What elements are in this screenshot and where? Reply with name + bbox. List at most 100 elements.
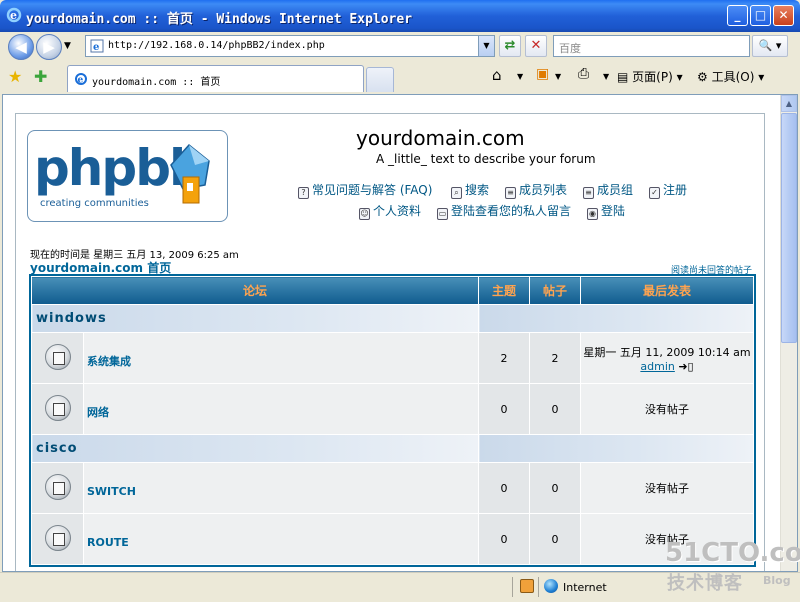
forum-topics: 0 [478, 462, 530, 514]
history-dropdown-icon[interactable]: ▼ [64, 41, 71, 51]
home-icon[interactable]: ⌂ [492, 66, 502, 84]
forum-page: phpbb creating communities yourdomain.co… [15, 113, 765, 571]
header-last-post: 最后发表 [580, 276, 754, 305]
category-name[interactable]: cisco [31, 434, 479, 463]
message-icon: ▭ [437, 208, 448, 220]
nav-faq[interactable]: ? 常见问题与解答 (FAQ) [298, 181, 432, 199]
forum-last-post: 没有帖子 [580, 462, 754, 514]
tools-menu-label: 工具(O) [711, 70, 755, 84]
nav-memberlist[interactable]: ≡ 成员列表 [505, 181, 567, 199]
forward-button[interactable]: ▶ [36, 34, 62, 60]
forum-name[interactable]: 系统集成 [83, 332, 479, 384]
refresh-button[interactable]: ⇄ [499, 35, 521, 57]
scroll-up-icon[interactable]: ▲ [781, 95, 797, 112]
forum-icon-cell [31, 383, 84, 435]
nav-groups[interactable]: ≡ 成员组 [583, 181, 633, 199]
page-icon: e [90, 39, 104, 53]
forum-posts: 0 [529, 383, 581, 435]
category-filler [478, 434, 754, 463]
category-row: cisco [31, 434, 754, 463]
search-button[interactable]: 🔍 ▾ [752, 35, 788, 57]
search-placeholder: 百度 [559, 42, 581, 55]
title-bar: e yourdomain.com :: 首页 - Windows Interne… [0, 0, 800, 32]
watermark-blog-cn: 技术博客 [667, 573, 743, 594]
browser-viewport: ▲ phpbb creating communities yourdomain.… [2, 94, 798, 572]
house-logo-icon [170, 143, 210, 204]
stop-button[interactable]: ✕ [525, 35, 547, 57]
scroll-thumb[interactable] [781, 113, 797, 343]
site-title: yourdomain.com [356, 126, 525, 150]
nav-login[interactable]: ◉ 登陆 [587, 202, 625, 220]
back-button[interactable]: ◀ [8, 34, 34, 60]
header-posts: 帖子 [529, 276, 581, 305]
search-input[interactable]: 百度 [553, 35, 750, 57]
add-favorites-icon[interactable]: ✚ [34, 67, 47, 86]
table-header-row: 论坛 主题 帖子 最后发表 [31, 276, 754, 305]
status-separator [538, 577, 539, 597]
forum-name[interactable]: ROUTE [83, 513, 479, 565]
forum-icon-cell [31, 332, 84, 384]
nav-register[interactable]: ✓ 注册 [649, 181, 687, 199]
maximize-button[interactable]: □ [750, 5, 771, 26]
feeds-dropdown-icon[interactable]: ▼ [555, 72, 561, 81]
address-dropdown-icon[interactable]: ▼ [478, 36, 494, 56]
address-url[interactable]: http://192.168.0.14/phpBB2/index.php [108, 40, 325, 51]
header-topics: 主题 [478, 276, 530, 305]
forum-posts: 0 [529, 462, 581, 514]
vertical-scrollbar[interactable]: ▲ [780, 95, 797, 571]
groups-icon: ≡ [583, 187, 594, 199]
folder-icon [44, 394, 71, 421]
folder-icon [44, 473, 71, 500]
folder-icon [44, 343, 71, 370]
forum-topics: 0 [478, 513, 530, 565]
print-icon[interactable]: ⎙ [578, 66, 589, 82]
forum-topics: 2 [478, 332, 530, 384]
watermark: 51CTO.com 技术博客 Blog [665, 538, 800, 598]
forum-last-post: 没有帖子 [580, 383, 754, 435]
new-tab-button[interactable] [366, 67, 394, 92]
category-filler [478, 304, 754, 333]
page-icon: ▤ [617, 70, 629, 84]
forum-icon-cell [31, 513, 84, 565]
view-latest-post-icon[interactable]: ➜▯ [678, 360, 693, 373]
nav-profile[interactable]: ☺ 个人资料 [359, 202, 421, 220]
login-icon: ◉ [587, 208, 598, 220]
close-button[interactable]: ✕ [773, 5, 794, 26]
internet-explorer-icon: e [6, 7, 22, 23]
faq-icon: ? [298, 187, 309, 199]
forum-name[interactable]: SWITCH [83, 462, 479, 514]
gear-icon: ⚙ [697, 70, 708, 84]
last-post-author[interactable]: admin [640, 360, 674, 373]
profile-icon: ☺ [359, 208, 370, 220]
forum-name[interactable]: 网络 [83, 383, 479, 435]
svg-text:e: e [93, 42, 99, 53]
tab-current[interactable]: e yourdomain.com :: 首页 [67, 65, 364, 92]
forum-posts: 0 [529, 513, 581, 565]
forum-row: SWITCH 0 0 没有帖子 [31, 462, 754, 514]
home-dropdown-icon[interactable]: ▼ [517, 72, 523, 81]
folder-icon [44, 524, 71, 551]
internet-zone-icon [544, 579, 558, 593]
tab-label: yourdomain.com :: 首页 [92, 77, 221, 88]
address-field[interactable]: e http://192.168.0.14/phpBB2/index.php ▼ [85, 35, 495, 57]
minimize-button[interactable]: _ [727, 5, 748, 26]
print-dropdown-icon[interactable]: ▼ [603, 72, 609, 81]
page-menu[interactable]: ▤ 页面(P) ▾ [617, 68, 683, 85]
forum-row: 网络 0 0 没有帖子 [31, 383, 754, 435]
security-zone[interactable]: Internet [563, 581, 607, 594]
forum-row: ROUTE 0 0 没有帖子 [31, 513, 754, 565]
memberlist-icon: ≡ [505, 187, 516, 199]
watermark-site: 51CTO.com [665, 538, 800, 568]
favorites-star-icon[interactable]: ★ [8, 67, 22, 86]
phpbb-logo[interactable]: phpbb creating communities [27, 130, 228, 222]
nav-private-messages[interactable]: ▭ 登陆查看您的私人留言 [437, 202, 571, 220]
address-toolbar: ◀ ▶ ▼ e http://192.168.0.14/phpBB2/index… [0, 32, 800, 62]
feeds-icon[interactable]: ▣ [536, 66, 549, 82]
category-name[interactable]: windows [31, 304, 479, 333]
watermark-blog: Blog [763, 574, 791, 587]
tab-toolbar: ★ ✚ e yourdomain.com :: 首页 ⌂ ▼ ▣ ▼ ⎙ ▼ ▤… [0, 62, 800, 92]
tools-menu[interactable]: ⚙ 工具(O) ▾ [697, 68, 764, 85]
protected-mode-icon[interactable] [520, 579, 534, 593]
svg-text:e: e [78, 76, 84, 86]
nav-search[interactable]: ⌕ 搜索 [451, 181, 489, 199]
